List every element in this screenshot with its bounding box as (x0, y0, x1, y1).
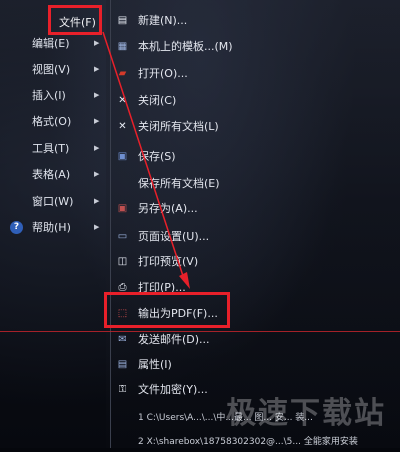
annotation-arrow (102, 31, 190, 289)
annotation-arrow-line (102, 31, 184, 277)
watermark-text: 极速下载站 (226, 396, 386, 431)
annotation-arrow-head (179, 272, 190, 289)
